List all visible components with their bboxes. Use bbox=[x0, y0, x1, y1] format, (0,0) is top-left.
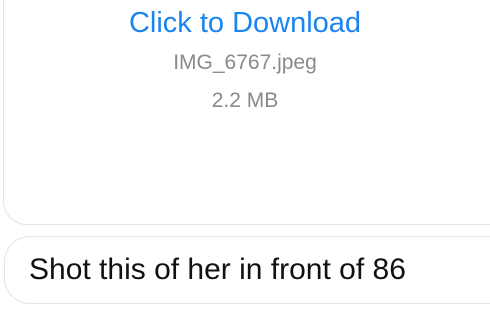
attachment-file-size: 2.2 MB bbox=[211, 89, 279, 112]
attachment-file-name: IMG_6767.jpeg bbox=[173, 51, 317, 74]
download-link[interactable]: Click to Download bbox=[0, 3, 490, 43]
message-text: Shot this of her in front of 86 bbox=[29, 253, 406, 286]
chat-transcript: Click to Download IMG_6767.jpeg 2.2 MB S… bbox=[0, 0, 490, 310]
text-message-bubble[interactable]: Shot this of her in front of 86 bbox=[4, 236, 490, 304]
